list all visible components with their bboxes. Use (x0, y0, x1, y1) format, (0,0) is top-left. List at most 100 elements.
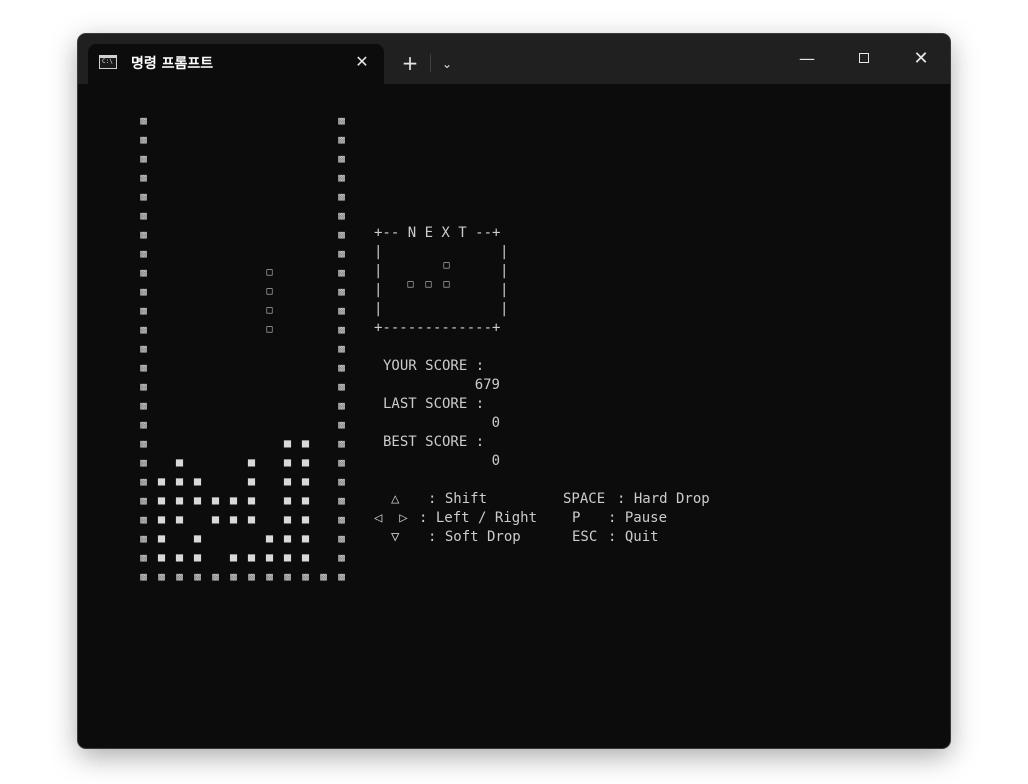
p-key: P (572, 510, 581, 526)
board-floor: ▩ (338, 570, 345, 583)
board-floor: ▩ (248, 570, 255, 583)
next-box-right-side: | (500, 301, 509, 317)
next-piece-block: □ (425, 279, 432, 290)
board-wall-left: ▩ (140, 342, 147, 355)
board-wall-left: ▩ (140, 437, 147, 450)
last-score-value: 0 (491, 415, 500, 431)
falling-piece-block: □ (266, 286, 273, 297)
board-floor: ▩ (320, 570, 327, 583)
next-box-left-side: | (374, 301, 383, 317)
space-key: SPACE (563, 491, 606, 507)
stacked-block: ■ (247, 474, 256, 488)
board-wall-right: ▩ (338, 342, 345, 355)
stacked-block: ■ (157, 493, 166, 507)
tab-command-prompt[interactable]: 명령 프롬프트 ✕ (88, 44, 384, 84)
stacked-block: ■ (283, 531, 292, 545)
stacked-block: ■ (283, 550, 292, 564)
your-score-value: 679 (474, 377, 500, 393)
board-wall-right: ▩ (338, 418, 345, 431)
hard-drop-action: : Hard Drop (617, 491, 710, 507)
best-score-value: 0 (491, 453, 500, 469)
stacked-block: ■ (211, 493, 220, 507)
board-wall-right: ▩ (338, 190, 345, 203)
your-score-label: YOUR SCORE : (383, 358, 485, 374)
board-wall-left: ▩ (140, 209, 147, 222)
next-box-right-side: | (500, 282, 509, 298)
board-wall-left: ▩ (140, 247, 147, 260)
board-wall-right: ▩ (338, 304, 345, 317)
next-box-right-side: | (500, 263, 509, 279)
board-wall-right: ▩ (338, 551, 345, 564)
next-box-left-side: | (374, 282, 383, 298)
close-window-button[interactable]: ✕ (906, 46, 936, 72)
board-floor: ▩ (176, 570, 183, 583)
board-wall-left: ▩ (140, 513, 147, 526)
chevron-down-icon[interactable]: ⌄ (436, 51, 458, 75)
stacked-block: ■ (283, 493, 292, 507)
tab-title: 명령 프롬프트 (131, 56, 214, 72)
stacked-block: ■ (193, 531, 202, 545)
board-wall-left: ▩ (140, 133, 147, 146)
board-wall-left: ▩ (140, 228, 147, 241)
board-floor: ▩ (302, 570, 309, 583)
board-wall-right: ▩ (338, 456, 345, 469)
next-box-left-side: | (374, 263, 383, 279)
stacked-block: ■ (229, 512, 238, 526)
board-wall-left: ▩ (140, 323, 147, 336)
stacked-block: ■ (175, 512, 184, 526)
board-floor: ▩ (212, 570, 219, 583)
board-wall-right: ▩ (338, 494, 345, 507)
stacked-block: ■ (175, 493, 184, 507)
board-wall-left: ▩ (140, 418, 147, 431)
tab-close-button[interactable]: ✕ (350, 50, 374, 74)
next-piece-block: □ (407, 279, 414, 290)
best-score-label: BEST SCORE : (383, 434, 485, 450)
stacked-block: ■ (157, 531, 166, 545)
stacked-block: ■ (247, 455, 256, 469)
stacked-block: ■ (265, 550, 274, 564)
board-wall-right: ▩ (338, 532, 345, 545)
quit-action: : Quit (608, 529, 659, 545)
stacked-block: ■ (193, 493, 202, 507)
board-floor: ▩ (230, 570, 237, 583)
stacked-block: ■ (301, 493, 310, 507)
stacked-block: ■ (193, 550, 202, 564)
stacked-block: ■ (157, 474, 166, 488)
stacked-block: ■ (247, 550, 256, 564)
stacked-block: ■ (301, 550, 310, 564)
board-wall-left: ▩ (140, 304, 147, 317)
stacked-block: ■ (211, 512, 220, 526)
new-tab-button[interactable]: + (398, 51, 422, 75)
stacked-block: ■ (283, 474, 292, 488)
terminal-output[interactable]: ▩ ▩ ▩ ▩ ▩ ▩ ▩ ▩ ▩ ▩ ▩ ▩ ▩ ▩ ▩ ▩ ▩ ▩ □ ▩ ▩ □ ▩ ▩ □ ▩ ▩ □ ▩ ▩ ▩ ▩ ▩ ▩ ▩ ▩ ▩ ▩ ▩ ▩… (78, 84, 950, 748)
stacked-block: ■ (247, 493, 256, 507)
board-wall-right: ▩ (338, 361, 345, 374)
board-wall-right: ▩ (338, 513, 345, 526)
board-wall-left: ▩ (140, 532, 147, 545)
stacked-block: ■ (283, 512, 292, 526)
up-arrow-icon: △ (391, 491, 400, 507)
board-wall-left: ▩ (140, 551, 147, 564)
board-wall-left: ▩ (140, 399, 147, 412)
left-right-arrow-icon: ◁ ▷ (374, 510, 408, 526)
board-wall-left: ▩ (140, 361, 147, 374)
down-arrow-icon: ▽ (391, 529, 400, 545)
soft-drop-action: : Soft Drop (428, 529, 521, 545)
stacked-block: ■ (301, 531, 310, 545)
maximize-button[interactable] (850, 46, 880, 72)
board-wall-left: ▩ (140, 190, 147, 203)
board-wall-right: ▩ (338, 133, 345, 146)
tab-divider (430, 54, 431, 72)
next-piece-block: □ (443, 279, 450, 290)
stacked-block: ■ (157, 550, 166, 564)
board-wall-right: ▩ (338, 171, 345, 184)
stacked-block: ■ (175, 550, 184, 564)
next-box-right-side: | (500, 244, 509, 260)
falling-piece-block: □ (266, 267, 273, 278)
minimize-button[interactable]: — (792, 46, 822, 72)
board-wall-right: ▩ (338, 437, 345, 450)
board-floor: ▩ (266, 570, 273, 583)
stacked-block: ■ (283, 436, 292, 450)
stacked-block: ■ (247, 512, 256, 526)
stacked-block: ■ (301, 455, 310, 469)
